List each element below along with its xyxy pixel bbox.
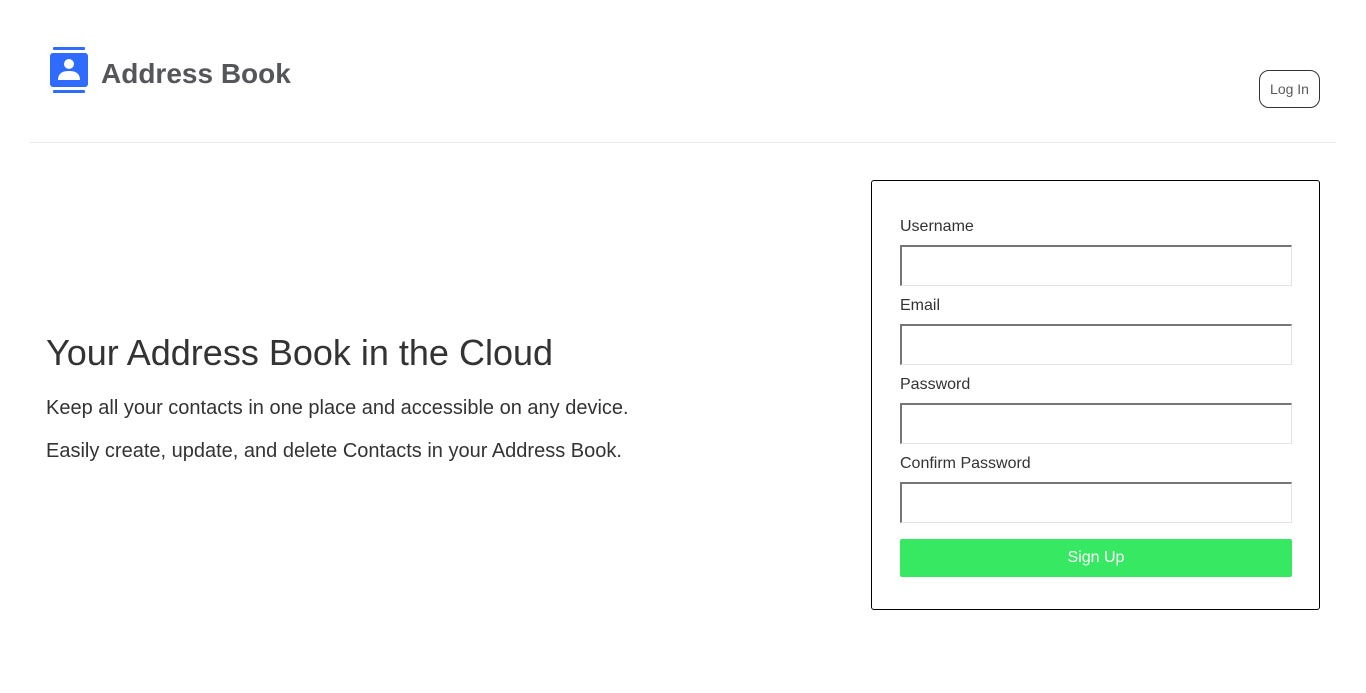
password-input[interactable] (900, 403, 1292, 444)
hero-section: Your Address Book in the Cloud Keep all … (46, 333, 806, 463)
email-label: Email (900, 297, 941, 314)
hero-title: Your Address Book in the Cloud (46, 332, 554, 373)
email-input[interactable] (900, 324, 1292, 365)
brand[interactable]: Address Book (49, 47, 291, 95)
contact-book-icon (49, 47, 89, 95)
confirm-password-input[interactable] (900, 482, 1292, 523)
confirm-password-label: Confirm Password (900, 455, 1031, 472)
username-input[interactable] (900, 245, 1292, 286)
signup-button[interactable]: Sign Up (900, 539, 1292, 577)
hero-description-2: Easily create, update, and delete Contac… (46, 440, 622, 462)
username-label: Username (900, 218, 974, 235)
brand-title: Address Book (101, 58, 291, 89)
page-header: Address Book Log In (30, 0, 1336, 143)
signup-form: Username Email Password Confirm Password… (871, 180, 1320, 610)
login-button[interactable]: Log In (1259, 70, 1320, 108)
hero-description-1: Keep all your contacts in one place and … (46, 397, 629, 419)
password-label: Password (900, 376, 971, 393)
